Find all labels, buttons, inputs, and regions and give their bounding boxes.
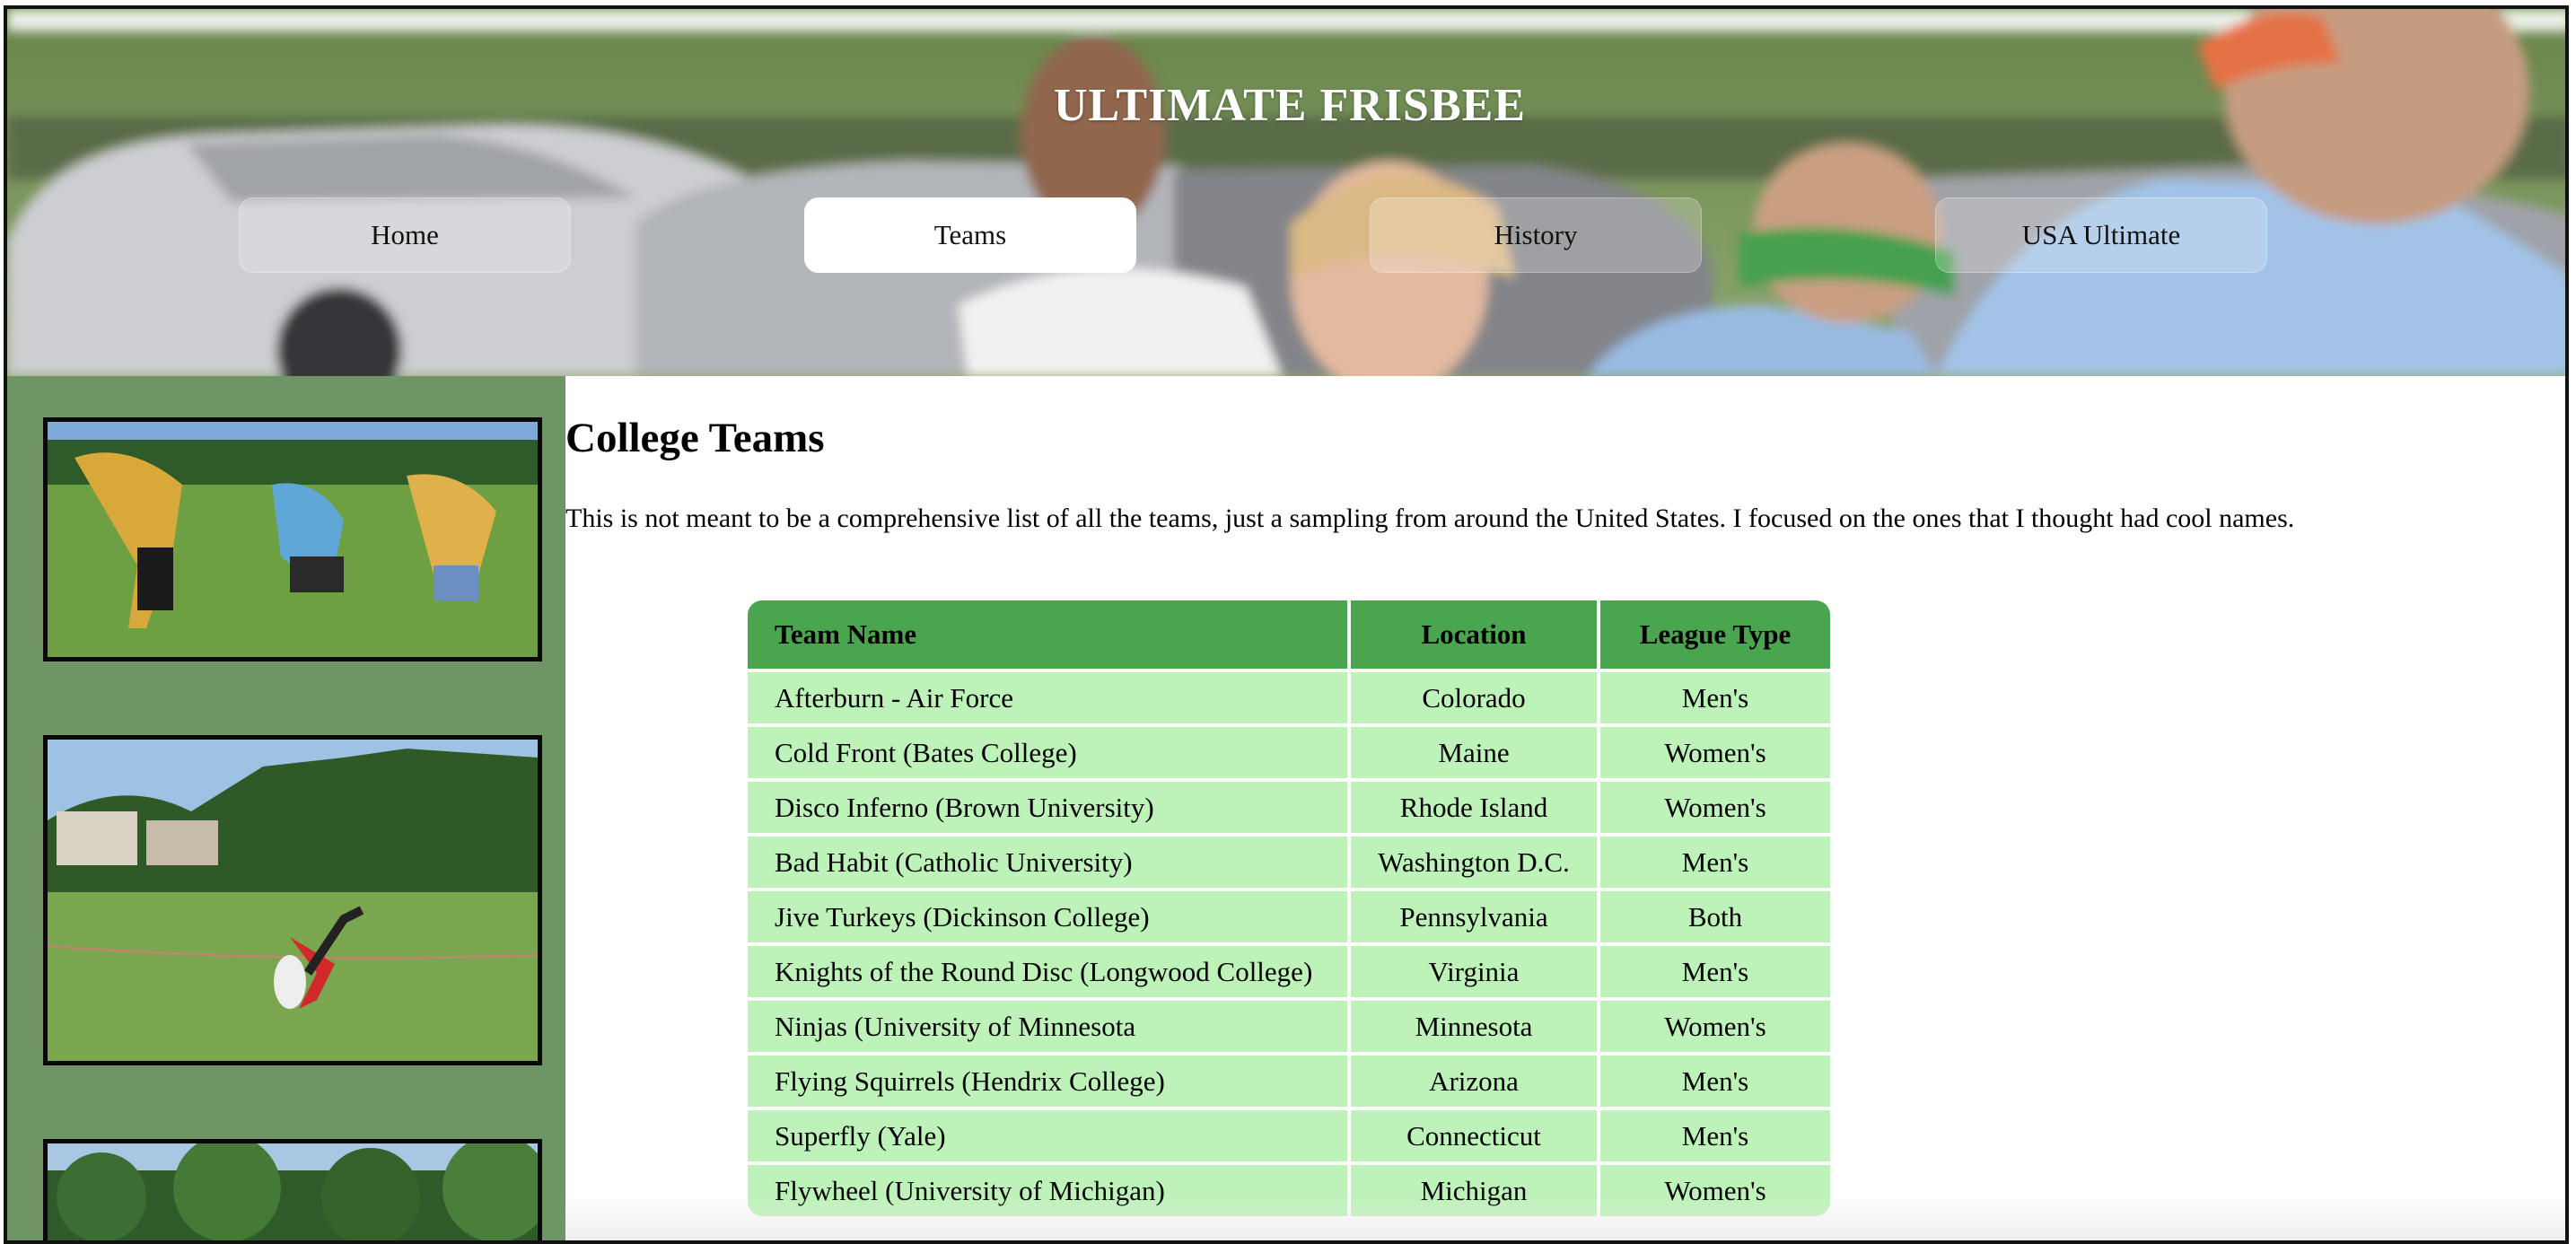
location-cell: Pennsylvania	[1351, 888, 1600, 942]
sidebar-photo-2	[43, 735, 542, 1065]
team-name-cell: Flywheel (University of Michigan)	[748, 1161, 1351, 1216]
location-cell: Arizona	[1351, 1052, 1600, 1107]
location-cell: Minnesota	[1351, 997, 1600, 1052]
league-type-cell: Women's	[1600, 723, 1830, 778]
teams-table: Team Name Location League Type Afterburn…	[748, 600, 1830, 1216]
table-row: Flying Squirrels (Hendrix College) Arizo…	[748, 1052, 1830, 1107]
intro-paragraph: This is not meant to be a comprehensive …	[565, 504, 2295, 533]
team-name-cell: Knights of the Round Disc (Longwood Coll…	[748, 942, 1351, 997]
location-cell: Virginia	[1351, 942, 1600, 997]
team-name-cell: Cold Front (Bates College)	[748, 723, 1351, 778]
table-row: Superfly (Yale) Connecticut Men's	[748, 1107, 1830, 1161]
table-header-row: Team Name Location League Type	[748, 600, 1830, 669]
header-background-photo	[7, 9, 2565, 376]
sidebar-photo-1	[43, 417, 542, 661]
table-row: Jive Turkeys (Dickinson College) Pennsyl…	[748, 888, 1830, 942]
league-type-cell: Women's	[1600, 997, 1830, 1052]
sidebar	[7, 376, 565, 1240]
column-header-team-name: Team Name	[748, 600, 1351, 669]
header-banner: ULTIMATE FRISBEE Home Teams History USA …	[7, 9, 2565, 376]
main-content: College Teams This is not meant to be a …	[565, 376, 2565, 1240]
nav-teams-button[interactable]: Teams	[804, 197, 1136, 273]
location-cell: Colorado	[1351, 669, 1600, 723]
sidebar-photo-3	[43, 1139, 542, 1240]
table-row: Disco Inferno (Brown University) Rhode I…	[748, 778, 1830, 833]
column-header-location: Location	[1351, 600, 1600, 669]
league-type-cell: Men's	[1600, 669, 1830, 723]
nav-home-button[interactable]: Home	[239, 197, 571, 273]
nav-history-button[interactable]: History	[1370, 197, 1702, 273]
team-name-cell: Jive Turkeys (Dickinson College)	[748, 888, 1351, 942]
team-name-cell: Ninjas (University of Minnesota	[748, 997, 1351, 1052]
column-header-league-type: League Type	[1600, 600, 1830, 669]
league-type-cell: Men's	[1600, 833, 1830, 888]
league-type-cell: Men's	[1600, 1107, 1830, 1161]
table-row: Knights of the Round Disc (Longwood Coll…	[748, 942, 1830, 997]
location-cell: Washington D.C.	[1351, 833, 1600, 888]
location-cell: Rhode Island	[1351, 778, 1600, 833]
table-row: Ninjas (University of Minnesota Minnesot…	[748, 997, 1830, 1052]
table-row: Bad Habit (Catholic University) Washingt…	[748, 833, 1830, 888]
location-cell: Connecticut	[1351, 1107, 1600, 1161]
table-row: Flywheel (University of Michigan) Michig…	[748, 1161, 1830, 1216]
league-type-cell: Women's	[1600, 778, 1830, 833]
page-frame: ULTIMATE FRISBEE Home Teams History USA …	[4, 5, 2569, 1244]
league-type-cell: Both	[1600, 888, 1830, 942]
team-name-cell: Flying Squirrels (Hendrix College)	[748, 1052, 1351, 1107]
ultimate-game-photo	[48, 422, 538, 657]
page-title: College Teams	[565, 415, 825, 461]
team-name-cell: Disco Inferno (Brown University)	[748, 778, 1351, 833]
site-title: ULTIMATE FRISBEE	[1053, 80, 1527, 131]
trees-photo	[48, 1143, 538, 1240]
table-row: Afterburn - Air Force Colorado Men's	[748, 669, 1830, 723]
nav-usa-ultimate-button[interactable]: USA Ultimate	[1935, 197, 2267, 273]
table-row: Cold Front (Bates College) Maine Women's	[748, 723, 1830, 778]
team-name-cell: Bad Habit (Catholic University)	[748, 833, 1351, 888]
league-type-cell: Men's	[1600, 942, 1830, 997]
team-name-cell: Afterburn - Air Force	[748, 669, 1351, 723]
location-cell: Maine	[1351, 723, 1600, 778]
league-type-cell: Men's	[1600, 1052, 1830, 1107]
team-name-cell: Superfly (Yale)	[748, 1107, 1351, 1161]
frisbee-catch-photo	[48, 740, 538, 1061]
location-cell: Michigan	[1351, 1161, 1600, 1216]
league-type-cell: Women's	[1600, 1161, 1830, 1216]
